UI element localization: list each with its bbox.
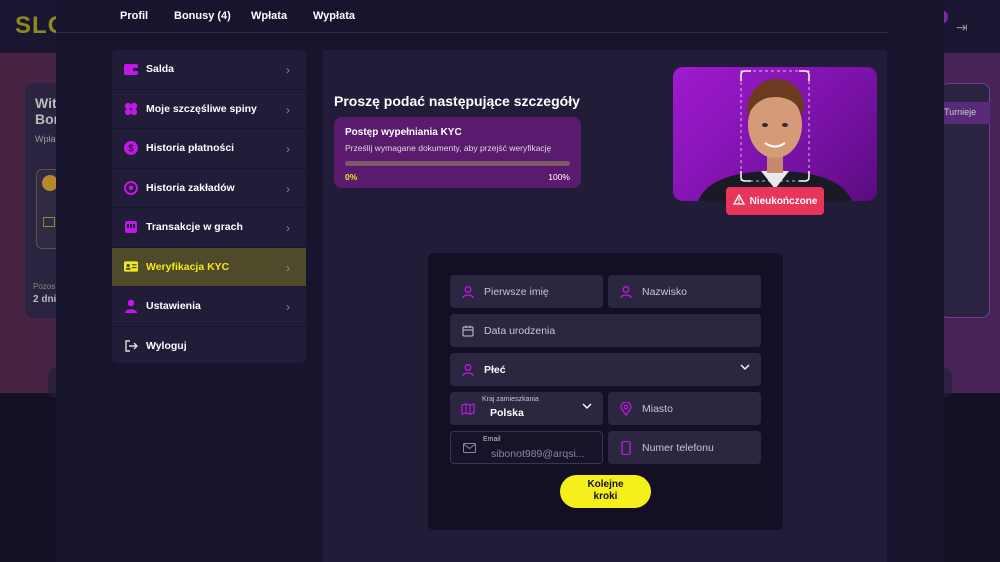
gender-select[interactable]: Płeć: [450, 353, 761, 386]
email-label: Email: [483, 436, 501, 443]
selfie-preview: [673, 67, 877, 201]
wallet-icon: [124, 62, 138, 76]
country-select[interactable]: Kraj zamieszkania Polska: [450, 392, 603, 425]
country-label: Kraj zamieszkania: [482, 396, 539, 403]
promo-foot-label: Pozos: [33, 282, 56, 291]
tab-profil[interactable]: Profil: [120, 10, 148, 22]
last-name-placeholder: Nazwisko: [642, 285, 687, 298]
logout-icon: [124, 339, 138, 353]
tab-wplata[interactable]: Wpłata: [251, 10, 287, 22]
sidebar-item-label: Ustawienia: [146, 300, 201, 313]
kyc-progress-subtitle: Prześlij wymagane dokumenty, aby przejść…: [345, 143, 552, 153]
chevron-down-icon: [582, 401, 592, 413]
sidebar-item-historia-platnosci[interactable]: $ Historia płatności ›: [112, 129, 306, 169]
status-badge-label: Nieukończone: [749, 195, 818, 207]
birth-date-field[interactable]: Data urodzenia: [450, 314, 761, 347]
sidebar-item-ustawienia[interactable]: Ustawienia ›: [112, 287, 306, 327]
kyc-content-panel: Proszę podać następujące szczegóły Postę…: [323, 50, 887, 562]
next-steps-button[interactable]: Kolejne kroki: [560, 475, 651, 508]
email-value: sibonot989@arqsi...: [491, 448, 585, 460]
id-card-icon: [124, 260, 138, 274]
email-field[interactable]: Email sibonot989@arqsi...: [450, 431, 603, 464]
gift-icon: [43, 217, 55, 227]
football-icon: [124, 180, 138, 195]
kyc-progress-end: 100%: [548, 172, 570, 182]
sidebar-item-label: Moje szczęśliwe spiny: [146, 102, 257, 115]
clover-icon: [124, 102, 138, 116]
tab-bar: Profil Bonusy (4) Wpłata Wypłata: [56, 0, 888, 33]
birth-date-placeholder: Data urodzenia: [484, 324, 556, 337]
user-icon: [619, 285, 633, 299]
page-title: Proszę podać następujące szczegóły: [334, 93, 580, 109]
slot-machine-icon: [124, 220, 138, 234]
chevron-right-icon: ›: [286, 63, 290, 77]
chevron-right-icon: ›: [286, 181, 290, 196]
country-value: Polska: [490, 407, 524, 419]
first-name-placeholder: Pierwsze imię: [484, 285, 549, 298]
account-sidebar: Salda › Moje szczęśliwe spiny › $ Histor…: [112, 50, 306, 363]
phone-icon: [619, 440, 633, 455]
map-icon: [461, 402, 475, 416]
background-logout-icon: ⇥: [956, 19, 968, 35]
selfie-portrait-icon: [698, 70, 852, 201]
kyc-progress-heading: Postęp wypełniania KYC: [345, 127, 462, 138]
sidebar-item-weryfikacja-kyc[interactable]: Weryfikacja KYC ›: [112, 247, 306, 287]
svg-text:$: $: [128, 144, 134, 155]
chevron-down-icon: [740, 362, 750, 374]
chevron-right-icon: ›: [286, 300, 290, 314]
sidebar-item-transakcje[interactable]: Transakcje w grach ›: [112, 208, 306, 248]
last-name-field[interactable]: Nazwisko: [608, 275, 761, 308]
sidebar-item-wyloguj[interactable]: Wyloguj: [112, 327, 306, 364]
sidebar-item-label: Weryfikacja KYC: [146, 260, 230, 273]
sidebar-item-salda[interactable]: Salda ›: [112, 50, 306, 90]
gender-value: Płeć: [484, 363, 506, 376]
promo-foot-value: 2 dni: [33, 294, 57, 305]
phone-field[interactable]: Numer telefonu: [608, 431, 761, 464]
city-placeholder: Miasto: [642, 402, 673, 415]
phone-placeholder: Numer telefonu: [642, 441, 714, 454]
chevron-right-icon: ›: [286, 260, 290, 275]
tournament-label: Turnieje: [942, 102, 990, 124]
tab-bonusy[interactable]: Bonusy (4): [174, 10, 231, 22]
city-field[interactable]: Miasto: [608, 392, 761, 425]
calendar-icon: [461, 324, 475, 338]
dollar-coin-icon: $: [124, 141, 138, 156]
kyc-form: Pierwsze imię Nazwisko Data urodzenia Pł…: [428, 253, 783, 530]
chevron-right-icon: ›: [286, 102, 290, 117]
account-modal: Profil Bonusy (4) Wpłata Wypłata Salda ›…: [56, 0, 944, 562]
sidebar-item-spiny[interactable]: Moje szczęśliwe spiny ›: [112, 90, 306, 129]
chevron-right-icon: ›: [286, 142, 290, 156]
user-icon: [124, 299, 138, 314]
user-icon: [461, 363, 475, 377]
first-name-field[interactable]: Pierwsze imię: [450, 275, 603, 308]
kyc-progress-card: Postęp wypełniania KYC Prześlij wymagane…: [334, 117, 581, 188]
sidebar-item-label: Wyloguj: [146, 339, 187, 352]
sidebar-item-label: Historia płatności: [146, 142, 235, 155]
chevron-right-icon: ›: [286, 221, 290, 235]
location-pin-icon: [619, 401, 633, 416]
sidebar-item-historia-zakladow[interactable]: Historia zakładów ›: [112, 169, 306, 208]
sidebar-item-label: Transakcje w grach: [146, 221, 243, 234]
status-badge: Nieukończone: [726, 187, 824, 215]
promo-subtitle: Wpła: [35, 134, 56, 144]
tab-wyplata[interactable]: Wypłata: [313, 10, 355, 22]
user-icon: [461, 285, 475, 299]
kyc-progress-start: 0%: [345, 172, 358, 182]
sidebar-item-label: Historia zakładów: [146, 181, 235, 194]
kyc-progress-bar: [345, 161, 570, 166]
mail-icon: [462, 441, 476, 455]
sidebar-item-label: Salda: [146, 63, 175, 76]
warning-icon: [732, 193, 745, 208]
